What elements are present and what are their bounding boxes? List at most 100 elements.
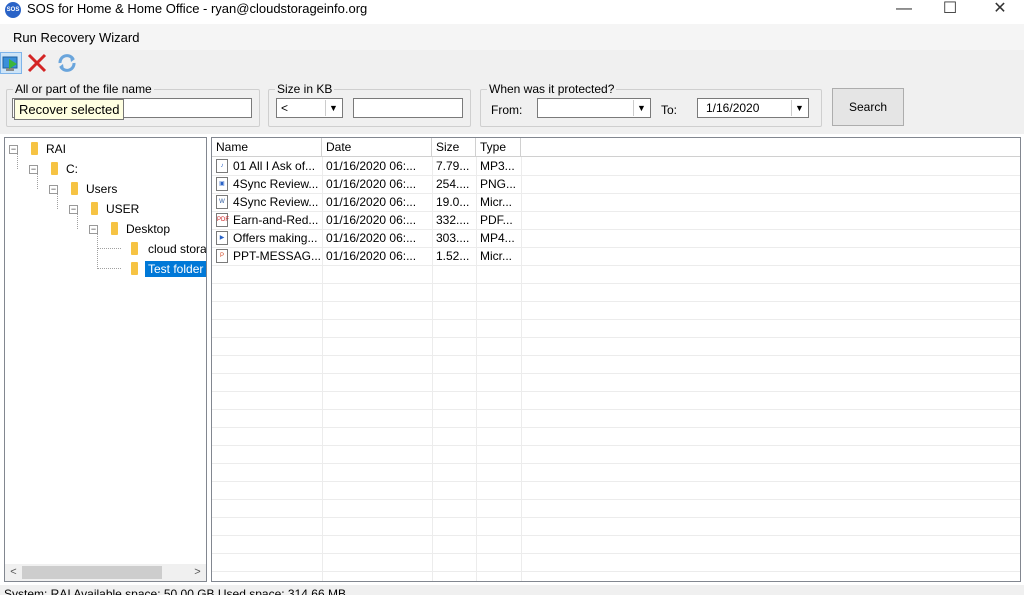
- grid-row-line: [212, 355, 1020, 356]
- refresh-icon: [58, 54, 76, 72]
- grid-row-line: [212, 409, 1020, 410]
- table-row[interactable]: ▣ 4Sync Review... 01/16/2020 06:... 254....…: [212, 175, 1020, 193]
- maximize-button[interactable]: ☐: [930, 0, 970, 22]
- minimize-button[interactable]: —: [884, 0, 924, 22]
- size-value-field[interactable]: [353, 98, 463, 118]
- grid-row-line: [212, 571, 1020, 572]
- table-row[interactable]: W 4Sync Review... 01/16/2020 06:... 19.0...…: [212, 193, 1020, 211]
- cell-size: 7.79...: [436, 159, 470, 173]
- chevron-down-icon: ▼: [791, 100, 807, 116]
- table-row[interactable]: PDF Earn-and-Red... 01/16/2020 06:... 332..…: [212, 211, 1020, 229]
- filename-group-label: All or part of the file name: [13, 82, 154, 96]
- column-header-size[interactable]: Size: [432, 138, 476, 156]
- cell-type: PDF...: [480, 213, 513, 227]
- tree-item-rai[interactable]: − RAI: [5, 140, 205, 160]
- grid-row-line: [212, 391, 1020, 392]
- cell-type: Micr...: [480, 249, 512, 263]
- tree-item-users[interactable]: − Users: [5, 180, 205, 200]
- folder-icon: [111, 222, 118, 235]
- scroll-right-icon[interactable]: >: [189, 564, 206, 581]
- cell-name: Offers making...: [233, 231, 318, 245]
- file-list[interactable]: Name Date Size Type ♪ 01 All I Ask of... 0…: [211, 137, 1021, 582]
- tree-item-label: Users: [86, 182, 118, 196]
- cell-name: 01 All I Ask of...: [233, 159, 316, 173]
- window-title: SOS for Home & Home Office - ryan@clouds…: [27, 1, 368, 16]
- cell-type: PNG...: [480, 177, 517, 191]
- grid-row-line: [212, 499, 1020, 500]
- pdf-icon: PDF: [216, 213, 229, 227]
- image-icon: ▣: [216, 177, 228, 191]
- grid-row-line: [212, 283, 1020, 284]
- recover-icon: [2, 56, 18, 71]
- scroll-left-icon[interactable]: <: [5, 564, 22, 581]
- cell-size: 303....: [436, 231, 470, 245]
- folder-tree[interactable]: − RAI − C: − Users − USER − Desktop clou…: [4, 137, 207, 582]
- tree-item-user[interactable]: − USER: [5, 200, 205, 220]
- tree-item-label: RAI: [46, 142, 67, 156]
- video-icon: ▶: [216, 231, 228, 245]
- menu-bar: Run Recovery Wizard: [0, 24, 1024, 50]
- cell-name: PPT-MESSAG...: [233, 249, 322, 263]
- grid-row-line: [212, 301, 1020, 302]
- folder-icon: [31, 142, 38, 155]
- folder-icon: [131, 242, 138, 255]
- tree-item-test-folder[interactable]: Test folder: [5, 260, 206, 280]
- cell-type: MP3...: [480, 159, 515, 173]
- collapse-icon[interactable]: −: [89, 225, 98, 234]
- collapse-icon[interactable]: −: [29, 165, 38, 174]
- recover-button[interactable]: [0, 52, 22, 74]
- tree-item-label: Test folder: [145, 261, 206, 277]
- toolbar: [0, 50, 1024, 78]
- cell-date: 01/16/2020 06:...: [326, 159, 417, 173]
- chevron-down-icon: ▼: [325, 100, 341, 116]
- refresh-button[interactable]: [56, 52, 78, 74]
- menu-run-recovery-wizard[interactable]: Run Recovery Wizard: [13, 30, 139, 45]
- collapse-icon[interactable]: −: [49, 185, 58, 194]
- grid-row-line: [212, 445, 1020, 446]
- from-date-select[interactable]: ▼: [537, 98, 651, 118]
- tree-item-desktop[interactable]: − Desktop: [5, 220, 205, 240]
- scrollbar-thumb[interactable]: [22, 566, 162, 579]
- delete-icon: [27, 53, 47, 73]
- tree-item-cloud-storage[interactable]: cloud stora: [5, 240, 206, 260]
- grid-row-line: [212, 481, 1020, 482]
- cell-size: 19.0...: [436, 195, 470, 209]
- size-operator-select[interactable]: < ▼: [276, 98, 343, 118]
- filter-bar: All or part of the file name Size in KB …: [0, 78, 1024, 134]
- column-header-type[interactable]: Type: [476, 138, 521, 156]
- tree-item-c-drive[interactable]: − C:: [5, 160, 205, 180]
- status-bar: System: RAI Available space: 50.00 GB Us…: [0, 585, 1024, 595]
- cell-type: Micr...: [480, 195, 512, 209]
- to-date-value: 1/16/2020: [706, 101, 760, 115]
- grid-row-line: [212, 427, 1020, 428]
- status-text: System: RAI Available space: 50.00 GB Us…: [4, 587, 346, 595]
- grid-row-line: [212, 337, 1020, 338]
- to-label: To:: [661, 103, 678, 117]
- folder-icon: [131, 262, 138, 275]
- table-row[interactable]: P PPT-MESSAG... 01/16/2020 06:... 1.52... Mi…: [212, 247, 1020, 265]
- grid-row-line: [212, 553, 1020, 554]
- table-row[interactable]: ♪ 01 All I Ask of... 01/16/2020 06:... 7.79…: [212, 157, 1020, 175]
- collapse-icon[interactable]: −: [9, 145, 18, 154]
- collapse-icon[interactable]: −: [69, 205, 78, 214]
- column-header-name[interactable]: Name: [212, 138, 322, 156]
- file-list-header: Name Date Size Type: [212, 138, 1020, 157]
- tree-horizontal-scrollbar[interactable]: < >: [5, 564, 206, 581]
- audio-icon: ♪: [216, 159, 228, 173]
- delete-button[interactable]: [26, 52, 48, 74]
- to-date-select[interactable]: 1/16/2020 ▼: [697, 98, 809, 118]
- grid-row-line: [212, 535, 1020, 536]
- word-icon: W: [216, 195, 228, 209]
- app-logo-icon: SOS: [5, 2, 21, 18]
- column-header-date[interactable]: Date: [322, 138, 432, 156]
- cell-name: 4Sync Review...: [233, 195, 319, 209]
- title-bar: SOS SOS for Home & Home Office - ryan@cl…: [0, 0, 1024, 22]
- cell-type: MP4...: [480, 231, 515, 245]
- folder-icon: [51, 162, 58, 175]
- search-button[interactable]: Search: [832, 88, 904, 126]
- recover-selected-tooltip: Recover selected: [14, 99, 125, 120]
- from-label: From:: [491, 103, 523, 117]
- close-window-button[interactable]: ✕: [980, 0, 1020, 22]
- table-row[interactable]: ▶ Offers making... 01/16/2020 06:... 303...…: [212, 229, 1020, 247]
- tree-item-label: C:: [66, 162, 78, 176]
